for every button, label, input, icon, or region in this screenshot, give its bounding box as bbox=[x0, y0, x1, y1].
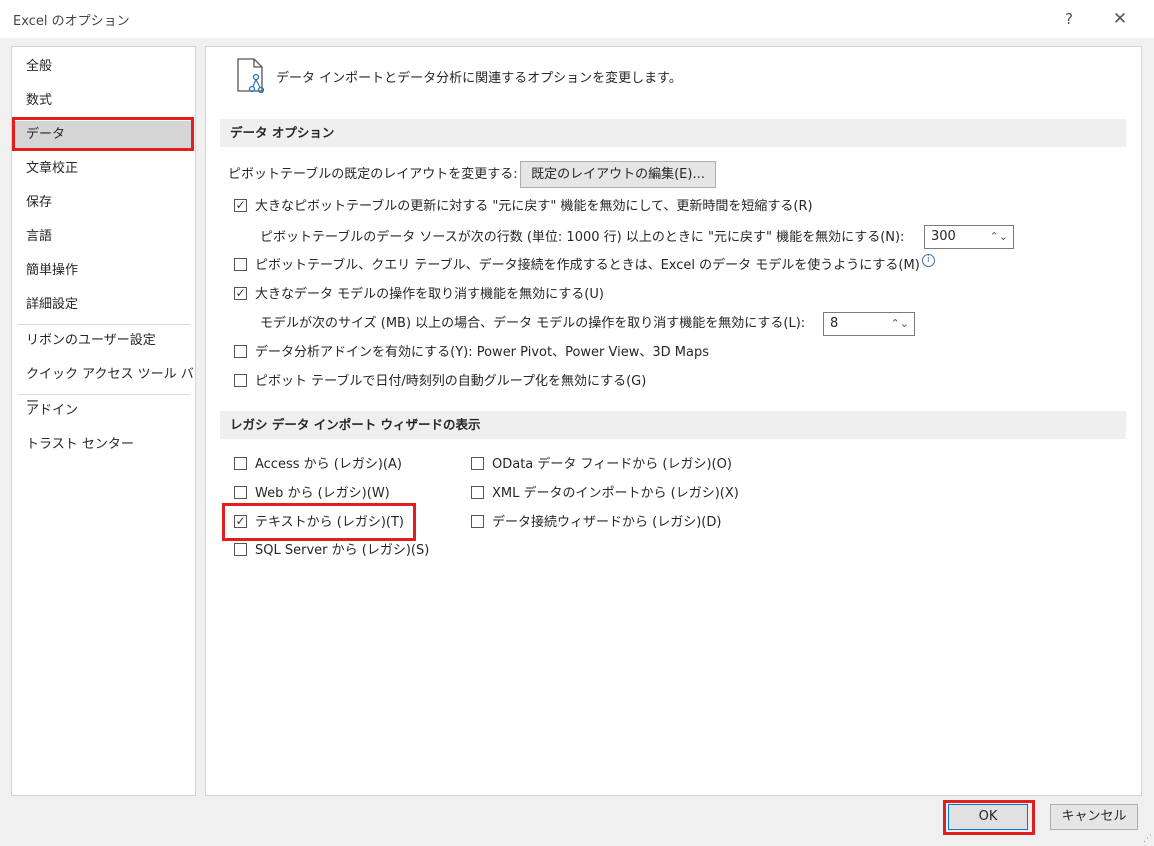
legacy-text-option[interactable]: ✓ テキストから (レガシ)(T) bbox=[234, 511, 404, 535]
checkbox[interactable] bbox=[234, 345, 247, 358]
ok-button[interactable]: OK bbox=[948, 804, 1028, 830]
legacy-odata-option[interactable]: OData データ フィードから (レガシ)(O) bbox=[471, 453, 732, 477]
help-button[interactable]: ? bbox=[1058, 8, 1080, 30]
nav-divider bbox=[18, 394, 190, 395]
options-nav: 全般 数式 データ 文章校正 保存 言語 簡単操作 詳細設定 リボンのユーザー設… bbox=[11, 46, 196, 796]
checkbox[interactable]: ✓ bbox=[234, 199, 247, 212]
nav-item-accessibility[interactable]: 簡単操作 bbox=[13, 257, 194, 285]
model-size-spinner[interactable]: 8 ⌃⌄ bbox=[823, 312, 915, 336]
legacy-web-option[interactable]: Web から (レガシ)(W) bbox=[234, 482, 390, 506]
checkbox[interactable] bbox=[234, 258, 247, 271]
nav-item-data[interactable]: データ bbox=[13, 121, 194, 149]
checkbox[interactable]: ✓ bbox=[234, 515, 247, 528]
spinner-arrows-icon[interactable]: ⌃⌄ bbox=[891, 313, 909, 335]
checkbox[interactable] bbox=[234, 543, 247, 556]
option-label: SQL Server から (レガシ)(S) bbox=[255, 543, 430, 558]
undo-data-model-option[interactable]: ✓ 大きなデータ モデルの操作を取り消す機能を無効にする(U) bbox=[234, 283, 604, 307]
option-label: データ分析アドインを有効にする(Y): Power Pivot、Power Vi… bbox=[255, 345, 709, 360]
option-label: Access から (レガシ)(A) bbox=[255, 457, 402, 472]
checkbox[interactable] bbox=[471, 457, 484, 470]
page-description: データ インポートとデータ分析に関連するオプションを変更します。 bbox=[276, 71, 682, 86]
section-data-options: データ オプション bbox=[220, 119, 1126, 147]
close-button[interactable]: ✕ bbox=[1108, 8, 1132, 30]
resize-grip-icon[interactable]: ⋰ bbox=[1143, 834, 1152, 844]
data-model-option[interactable]: ピボットテーブル、クエリ テーブル、データ接続を作成するときは、Excel のデ… bbox=[234, 254, 935, 278]
nav-item-trust-center[interactable]: トラスト センター bbox=[13, 431, 194, 459]
window-title: Excel のオプション bbox=[13, 14, 130, 29]
checkbox[interactable] bbox=[234, 457, 247, 470]
nav-item-formulas[interactable]: 数式 bbox=[13, 87, 194, 115]
legacy-sql-server-option[interactable]: SQL Server から (レガシ)(S) bbox=[234, 539, 429, 563]
nav-divider bbox=[18, 324, 190, 325]
option-label: 大きなピボットテーブルの更新に対する "元に戻す" 機能を無効にして、更新時間を… bbox=[255, 199, 813, 214]
option-label: テキストから (レガシ)(T) bbox=[255, 515, 404, 530]
rows-threshold-label: ピボットテーブルのデータ ソースが次の行数 (単位: 1000 行) 以上のとき… bbox=[260, 230, 905, 245]
nav-item-addins[interactable]: アドイン bbox=[13, 397, 194, 425]
legacy-access-option[interactable]: Access から (レガシ)(A) bbox=[234, 453, 402, 477]
checkbox[interactable] bbox=[234, 374, 247, 387]
title-bar: Excel のオプション ? ✕ bbox=[0, 0, 1154, 38]
rows-threshold-value: 300 bbox=[931, 229, 956, 244]
nav-item-advanced[interactable]: 詳細設定 bbox=[13, 291, 194, 319]
nav-item-general[interactable]: 全般 bbox=[13, 53, 194, 81]
large-pivot-undo-option[interactable]: ✓ 大きなピボットテーブルの更新に対する "元に戻す" 機能を無効にして、更新時間… bbox=[234, 195, 813, 219]
option-label: OData データ フィードから (レガシ)(O) bbox=[492, 457, 732, 472]
model-size-value: 8 bbox=[830, 316, 839, 331]
nav-item-customize-ribbon[interactable]: リボンのユーザー設定 bbox=[13, 327, 194, 355]
document-link-icon bbox=[237, 58, 265, 94]
option-label: ピボットテーブル、クエリ テーブル、データ接続を作成するときは、Excel のデ… bbox=[255, 258, 920, 273]
option-label: ピボット テーブルで日付/時刻列の自動グループ化を無効にする(G) bbox=[255, 374, 647, 389]
info-icon[interactable]: i bbox=[921, 254, 935, 267]
nav-item-quick-access-toolbar[interactable]: クイック アクセス ツール バー bbox=[13, 361, 194, 410]
option-label: データ接続ウィザードから (レガシ)(D) bbox=[492, 515, 722, 530]
option-label: 大きなデータ モデルの操作を取り消す機能を無効にする(U) bbox=[255, 287, 604, 302]
option-label: XML データのインポートから (レガシ)(X) bbox=[492, 486, 739, 501]
checkbox[interactable] bbox=[234, 486, 247, 499]
edit-default-layout-button[interactable]: 既定のレイアウトの編集(E)... bbox=[520, 161, 716, 188]
option-label: Web から (レガシ)(W) bbox=[255, 486, 390, 501]
section-legacy-wizards: レガシ データ インポート ウィザードの表示 bbox=[220, 411, 1126, 439]
options-content: データ インポートとデータ分析に関連するオプションを変更します。 データ オプシ… bbox=[205, 46, 1142, 796]
data-analysis-addins-option[interactable]: データ分析アドインを有効にする(Y): Power Pivot、Power Vi… bbox=[234, 341, 709, 365]
checkbox[interactable] bbox=[471, 515, 484, 528]
spinner-arrows-icon[interactable]: ⌃⌄ bbox=[990, 226, 1008, 248]
nav-item-save[interactable]: 保存 bbox=[13, 189, 194, 217]
rows-threshold-spinner[interactable]: 300 ⌃⌄ bbox=[924, 225, 1014, 249]
legacy-xml-option[interactable]: XML データのインポートから (レガシ)(X) bbox=[471, 482, 739, 506]
pivot-layout-label: ピボットテーブルの既定のレイアウトを変更する: bbox=[228, 167, 518, 182]
checkbox[interactable]: ✓ bbox=[234, 287, 247, 300]
date-grouping-option[interactable]: ピボット テーブルで日付/時刻列の自動グループ化を無効にする(G) bbox=[234, 370, 646, 394]
nav-item-language[interactable]: 言語 bbox=[13, 223, 194, 251]
model-size-label: モデルが次のサイズ (MB) 以上の場合、データ モデルの操作を取り消す機能を無… bbox=[260, 316, 806, 331]
nav-item-proofing[interactable]: 文章校正 bbox=[13, 155, 194, 183]
checkbox[interactable] bbox=[471, 486, 484, 499]
legacy-data-connection-option[interactable]: データ接続ウィザードから (レガシ)(D) bbox=[471, 511, 721, 535]
cancel-button[interactable]: キャンセル bbox=[1050, 804, 1138, 830]
